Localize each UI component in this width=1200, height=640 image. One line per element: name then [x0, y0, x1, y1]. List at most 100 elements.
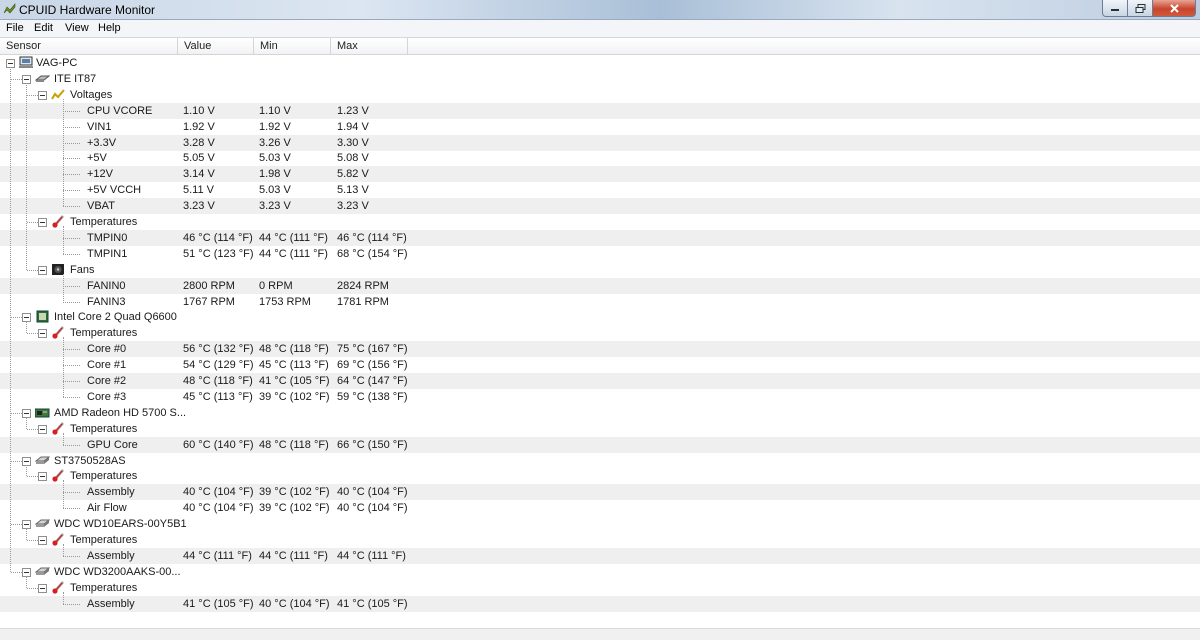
- collapse-icon[interactable]: [38, 536, 47, 545]
- tree-node[interactable]: AMD Radeon HD 5700 S...: [0, 405, 1200, 421]
- sensor-row[interactable]: TMPIN0 46 °C (114 °F) 44 °C (111 °F) 46 °C …: [0, 229, 1200, 246]
- sensor-min: 44 °C (111 °F): [259, 247, 328, 260]
- sensor-max: 5.82 V: [337, 168, 369, 181]
- sensor-value: 3.14 V: [183, 168, 215, 181]
- sensor-row[interactable]: Core #1 54 °C (129 °F) 45 °C (113 °F) 69 °C…: [0, 357, 1200, 373]
- tree-node[interactable]: ITE IT87: [0, 71, 1200, 87]
- sensor-max: 5.08 V: [337, 152, 369, 165]
- collapse-icon[interactable]: [38, 583, 47, 593]
- maximize-button[interactable]: [1128, 0, 1153, 17]
- collapse-icon[interactable]: [38, 424, 47, 434]
- minimize-button[interactable]: [1102, 0, 1128, 17]
- tree-node[interactable]: Temperatures: [0, 421, 1200, 437]
- computer-icon: [19, 56, 33, 68]
- tree-node[interactable]: WDC WD10EARS-00Y5B1: [0, 516, 1200, 532]
- tree-line: [26, 416, 27, 429]
- tree-line: [26, 82, 27, 270]
- collapse-icon[interactable]: [38, 472, 47, 482]
- sensor-label: WDC WD10EARS-00Y5B1: [54, 518, 187, 531]
- menu-help[interactable]: Help: [98, 22, 121, 34]
- tree-node[interactable]: Temperatures: [0, 468, 1200, 484]
- sensor-min: 41 °C (105 °F): [259, 375, 330, 387]
- sensor-row[interactable]: +5V VCCH 5.11 V 5.03 V 5.13 V: [0, 182, 1200, 198]
- sensor-label: Assembly: [87, 597, 135, 610]
- sensor-label: Fans: [70, 263, 95, 276]
- tree-node[interactable]: Temperatures: [0, 580, 1200, 596]
- sensor-row[interactable]: VBAT 3.23 V 3.23 V 3.23 V: [0, 198, 1200, 215]
- collapse-icon[interactable]: [38, 218, 47, 227]
- cpu-icon: [36, 310, 49, 323]
- sensor-value: 54 °C (129 °F): [183, 359, 254, 372]
- menu-edit[interactable]: Edit: [34, 22, 53, 34]
- sensor-max: 66 °C (150 °F): [337, 438, 408, 451]
- sensor-max: 40 °C (104 °F): [337, 502, 408, 515]
- sensor-value: 1.10 V: [183, 104, 215, 117]
- tree-node[interactable]: Fans: [0, 262, 1200, 278]
- tree-line: [63, 349, 80, 351]
- sensor-label: TMPIN1: [87, 247, 128, 260]
- sensor-row[interactable]: Core #0 56 °C (132 °F) 48 °C (118 °F) 75 °C…: [0, 341, 1200, 358]
- sensor-max: 5.13 V: [337, 184, 369, 197]
- header-min[interactable]: Min: [254, 38, 331, 54]
- sensor-label: Core #3: [87, 390, 127, 403]
- disk-icon: [35, 519, 50, 528]
- sensor-max: 44 °C (111 °F): [337, 549, 406, 562]
- sensor-label: Temperatures: [70, 422, 138, 435]
- tree-line: [63, 285, 80, 287]
- header-max[interactable]: Max: [331, 38, 408, 54]
- tree-line: [63, 591, 64, 604]
- menu-view[interactable]: View: [65, 22, 89, 34]
- sensor-row[interactable]: +3.3V 3.28 V 3.26 V 3.30 V: [0, 134, 1200, 151]
- sensor-row[interactable]: +12V 3.14 V 1.98 V 5.82 V: [0, 166, 1200, 183]
- tree-node[interactable]: Temperatures: [0, 325, 1200, 341]
- sensor-row[interactable]: CPU VCORE 1.10 V 1.10 V 1.23 V: [0, 102, 1200, 119]
- close-button[interactable]: [1153, 0, 1196, 17]
- sensor-row[interactable]: Air Flow 40 °C (104 °F) 39 °C (102 °F) 40 °…: [0, 500, 1200, 516]
- sensor-row[interactable]: GPU Core 60 °C (140 °F) 48 °C (118 °F) 66 °…: [0, 436, 1200, 453]
- tree-line: [63, 396, 80, 398]
- collapse-icon[interactable]: [38, 265, 47, 275]
- tree-line: [26, 528, 27, 540]
- minimize-icon: [1111, 9, 1119, 11]
- sensor-row[interactable]: VIN1 1.92 V 1.92 V 1.94 V: [0, 119, 1200, 135]
- sensor-value: 45 °C (113 °F): [183, 390, 253, 403]
- tree-node[interactable]: Voltages: [0, 87, 1200, 103]
- sensor-row[interactable]: Assembly 41 °C (105 °F) 40 °C (104 °F) 41 °…: [0, 595, 1200, 612]
- tree-line: [63, 301, 80, 303]
- sensor-min: 1.10 V: [259, 104, 291, 117]
- collapse-icon[interactable]: [38, 90, 47, 100]
- sensor-label: Temperatures: [70, 534, 138, 546]
- sensor-row[interactable]: TMPIN1 51 °C (123 °F) 44 °C (111 °F) 68 °C …: [0, 246, 1200, 262]
- tree-line: [63, 237, 80, 239]
- tree-node[interactable]: Intel Core 2 Quad Q6600: [0, 309, 1200, 325]
- tree-node[interactable]: VAG-PC: [0, 55, 1200, 71]
- sensor-label: FANIN3: [87, 295, 126, 308]
- tree-node[interactable]: ST3750528AS: [0, 453, 1200, 469]
- sensor-row[interactable]: FANIN3 1767 RPM 1753 RPM 1781 RPM: [0, 294, 1200, 310]
- header-value[interactable]: Value: [178, 38, 254, 54]
- sensor-row[interactable]: Assembly 44 °C (111 °F) 44 °C (111 °F) 44 °…: [0, 547, 1200, 564]
- menu-file[interactable]: File: [6, 22, 24, 34]
- sensor-row[interactable]: Assembly 40 °C (104 °F) 39 °C (102 °F) 40 °…: [0, 484, 1200, 501]
- tree-line: [63, 381, 80, 382]
- sensor-row[interactable]: Core #2 48 °C (118 °F) 41 °C (105 °F) 64 °C…: [0, 373, 1200, 389]
- sensor-label: +5V: [87, 152, 107, 165]
- sensor-label: TMPIN0: [87, 231, 128, 244]
- tree-node[interactable]: WDC WD3200AAKS-00...: [0, 564, 1200, 580]
- header-sensor[interactable]: Sensor: [0, 38, 178, 54]
- sensor-row[interactable]: Core #3 45 °C (113 °F) 39 °C (102 °F) 59 °C…: [0, 389, 1200, 405]
- sensor-row[interactable]: FANIN0 2800 RPM 0 RPM 2824 RPM: [0, 277, 1200, 294]
- sensor-min: 48 °C (118 °F): [259, 343, 329, 356]
- sensor-label: Air Flow: [87, 502, 127, 515]
- tree-node[interactable]: Temperatures: [0, 532, 1200, 548]
- title-bar[interactable]: CPUID Hardware Monitor: [0, 0, 1200, 20]
- tree-line: [11, 524, 22, 526]
- tree-node[interactable]: Temperatures: [0, 214, 1200, 230]
- sensor-value: 41 °C (105 °F): [183, 597, 254, 610]
- tree-line: [26, 575, 27, 588]
- sensor-label: FANIN0: [87, 279, 126, 292]
- collapse-icon[interactable]: [38, 329, 47, 339]
- tree-line: [63, 253, 80, 255]
- sensor-label: Temperatures: [70, 216, 138, 228]
- sensor-row[interactable]: +5V 5.05 V 5.03 V 5.08 V: [0, 150, 1200, 166]
